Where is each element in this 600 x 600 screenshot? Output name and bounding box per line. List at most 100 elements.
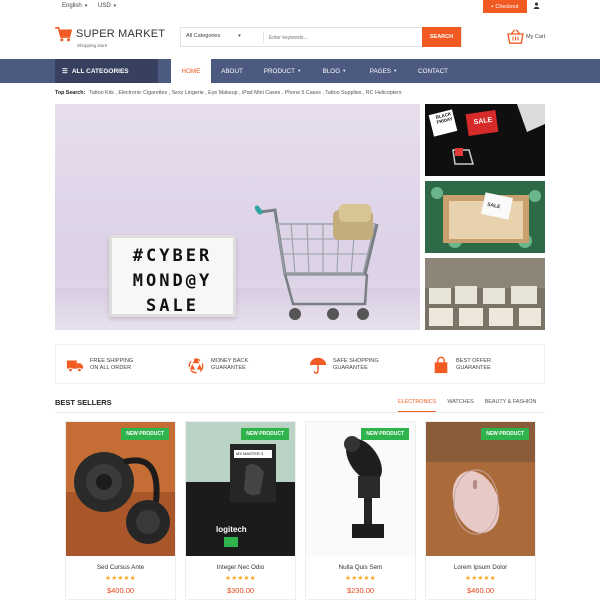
best-sellers-title: BEST SELLERS (55, 398, 112, 407)
product-price: $230.00 (346, 586, 375, 595)
checkout-label: Checkout (495, 3, 519, 10)
chevron-down-icon: ▾ (393, 68, 397, 73)
service-best-offer: BEST OFFER GUARANTEE (432, 354, 491, 376)
product-price: $300.00 (226, 586, 255, 595)
pink-mouse-image (426, 422, 535, 556)
currency-value: USD (98, 3, 111, 9)
service-line: GUARANTEE (211, 365, 246, 371)
banner-side-soaps[interactable] (425, 258, 545, 330)
chevron-down-icon: ▾ (238, 33, 241, 39)
nav-item-product[interactable]: PRODUCT ▾ (253, 59, 311, 83)
new-product-badge: NEW PRODUCT (121, 428, 169, 440)
service-money-back: MONEY BACK GUARANTEE (187, 354, 248, 376)
nav-item-home[interactable]: HOME (171, 59, 211, 83)
service-safe-shopping: SAFE SHOPPING GUARANTEE (309, 354, 379, 376)
product-card[interactable]: MX MASTER 3 logitech NEW PRODUCT Integer… (185, 421, 296, 600)
best-sellers-tabs: ELECTRONICS WATCHES BEAUTY & FASHION (398, 399, 536, 412)
nav-label: PRODUCT (263, 67, 295, 75)
shopping-basket-icon[interactable] (507, 29, 524, 44)
gift-box-image (431, 187, 541, 248)
product-card[interactable]: NEW PRODUCT Sed Cursus Ante ★★★★★ $400.0… (65, 421, 176, 600)
chevron-down-icon: ▾ (84, 3, 88, 9)
nav-label: BLOG (322, 67, 341, 75)
logitech-logo: logitech (216, 525, 247, 534)
product-name[interactable]: Lorem Ipsum Dolor (426, 564, 535, 571)
nav-label: PAGES (369, 67, 391, 75)
chevron-down-icon: ▾ (113, 3, 117, 9)
star-rating: ★★★★★ (465, 575, 496, 582)
section-divider (55, 412, 545, 413)
service-free-shipping: FREE SHIPPING ON ALL ORDER (66, 354, 133, 376)
product-image[interactable] (426, 422, 535, 556)
truck-icon (66, 360, 84, 373)
chevron-down-icon: ▾ (343, 68, 346, 73)
service-line: BEST OFFER (456, 358, 492, 364)
tab-watches[interactable]: WATCHES (447, 399, 473, 412)
nav-item-contact[interactable]: CONTACT (409, 59, 457, 83)
currency-selector[interactable]: USD ▾ (98, 3, 116, 9)
star-rating: ★★★★★ (225, 575, 256, 582)
nav-item-pages[interactable]: PAGES ▾ (357, 59, 409, 83)
service-line: SAFE SHOPPING (333, 358, 379, 364)
services-strip: FREE SHIPPING ON ALL ORDER MONEY BACK GUAR… (55, 344, 545, 384)
top-search-terms[interactable]: Tattoo Kits , Electronic Cigarettes , Se… (89, 90, 401, 96)
checkout-button[interactable]: ▪ Checkout (483, 0, 527, 13)
nav-menu: HOME ABOUT PRODUCT ▾ BLOG ▾ PAGES ▾ CONTACT (171, 59, 457, 83)
cart-logo-icon[interactable] (55, 27, 72, 42)
user-icon[interactable] (533, 2, 540, 11)
new-product-badge: NEW PRODUCT (481, 428, 529, 440)
nav-label: ABOUT (221, 67, 243, 75)
service-line: ON ALL ORDER (90, 365, 132, 371)
new-product-badge: NEW PRODUCT (241, 428, 289, 440)
top-search: Top Search: Tattoo Kits , Electronic Ciga… (55, 90, 402, 96)
product-card[interactable]: NEW PRODUCT Nulla Quis Sem ★★★★★ $230.00 (305, 421, 416, 600)
product-card[interactable]: NEW PRODUCT Lorem Ipsum Dolor ★★★★★ $460… (425, 421, 536, 600)
nav-item-about[interactable]: ABOUT (211, 59, 253, 83)
nav-label: CONTACT (418, 67, 448, 75)
logo-title[interactable]: SUPER MARKET (76, 28, 165, 40)
my-cart-link[interactable]: My Cart (526, 34, 545, 40)
recycle-icon (188, 357, 204, 374)
search-bar: All Categories ▾ SEARCH (180, 27, 462, 47)
shopping-cart-image (255, 204, 379, 320)
service-line: GUARANTEE (456, 365, 491, 371)
shopping-bag-icon (434, 356, 448, 374)
checkout-icon: ▪ (491, 3, 494, 10)
tab-electronics[interactable]: ELECTRONICS (398, 399, 437, 412)
service-line: FREE SHIPPING (90, 358, 134, 364)
product-image[interactable] (66, 422, 175, 556)
all-categories-button[interactable]: ☰ ALL CATEGORIES (55, 59, 158, 83)
product-name[interactable]: Sed Cursus Ante (66, 564, 175, 571)
hero-banner[interactable]: #CYBER MOND@Y SALE (55, 104, 420, 330)
search-button[interactable]: SEARCH (422, 27, 461, 47)
lightbox-line: #CYBER (132, 246, 213, 266)
headphones-image (66, 422, 175, 556)
umbrella-icon (309, 357, 327, 374)
language-selector[interactable]: English ▾ (62, 3, 87, 9)
category-value: All Categories (186, 33, 221, 39)
product-image[interactable] (186, 422, 295, 556)
product-price: $400.00 (106, 586, 135, 595)
language-value: English (62, 3, 82, 9)
soap-bars-image (425, 258, 545, 326)
service-line: MONEY BACK (211, 358, 249, 364)
product-image[interactable] (306, 422, 415, 556)
top-search-label: Top Search: (55, 90, 86, 96)
lightbox-line: SALE (146, 296, 199, 316)
top-bar: English ▾ USD ▾ ▪ Checkout (0, 0, 600, 13)
mouse-box-label: MX MASTER 3 (236, 451, 264, 456)
product-name[interactable]: Nulla Quis Sem (306, 564, 415, 571)
banner-side-black-friday[interactable]: BLACK FRIDAY SALE (425, 104, 545, 176)
new-product-badge: NEW PRODUCT (361, 428, 409, 440)
camera-gimbal-image (306, 422, 415, 556)
chevron-down-icon: ▾ (297, 68, 301, 73)
search-input[interactable] (269, 31, 419, 44)
search-divider (263, 32, 264, 43)
cyber-monday-lightbox: #CYBER MOND@Y SALE (109, 235, 236, 317)
star-rating: ★★★★★ (345, 575, 376, 582)
banner-side-gift-box[interactable]: SALE (425, 181, 545, 253)
product-name[interactable]: Integer Nec Odio (186, 564, 295, 571)
tab-beauty-fashion[interactable]: BEAUTY & FASHION (485, 399, 537, 412)
nav-item-blog[interactable]: BLOG ▾ (311, 59, 357, 83)
category-select[interactable]: All Categories ▾ (186, 33, 241, 39)
